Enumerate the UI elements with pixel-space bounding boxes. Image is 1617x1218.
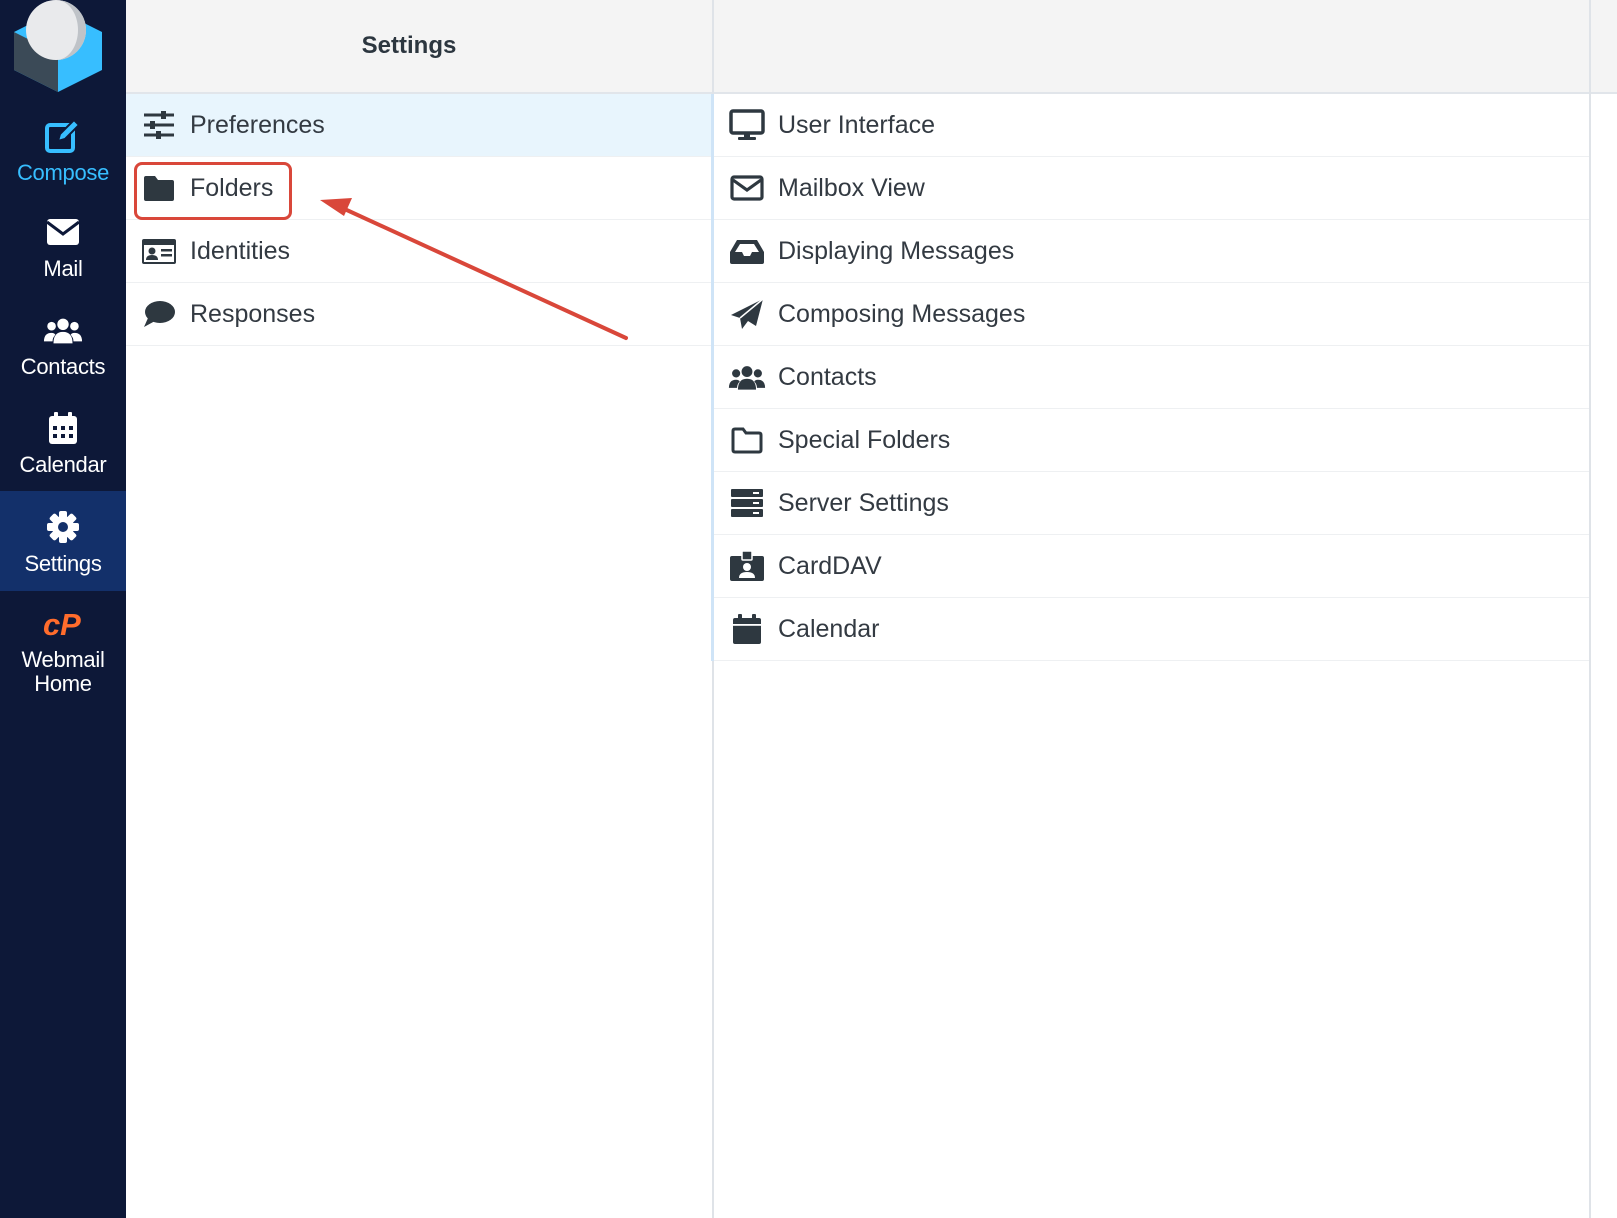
pref-mailbox-view[interactable]: Mailbox View [714, 157, 1589, 220]
pref-label: Server Settings [778, 488, 949, 517]
envelope-icon [43, 212, 83, 252]
users-icon [43, 310, 83, 350]
svg-text:cP: cP [43, 607, 81, 641]
pref-label: Special Folders [778, 425, 951, 454]
folder-outline-icon [728, 423, 766, 457]
pref-server-settings[interactable]: Server Settings [714, 472, 1589, 535]
inbox-icon [728, 234, 766, 268]
nav-contacts[interactable]: Contacts [0, 294, 126, 394]
annotation-arrow [320, 198, 628, 340]
users-icon [728, 360, 766, 394]
preferences-panel: User Interface Mailbox View Displaying M… [711, 0, 1591, 1218]
calendar-icon [43, 408, 83, 448]
pref-displaying-messages[interactable]: Displaying Messages [714, 220, 1589, 283]
pref-carddav[interactable]: CardDAV [714, 535, 1589, 598]
nav-settings[interactable]: Settings [0, 491, 126, 591]
nav-contacts-label: Contacts [20, 353, 106, 379]
right-edge-panel [1591, 0, 1617, 1218]
sliders-icon [140, 108, 178, 142]
monitor-icon [728, 108, 766, 142]
settings-header: Settings [126, 0, 712, 94]
settings-title: Settings [361, 32, 457, 59]
main-navigation: Compose Mail Contacts Calendar Settings … [0, 0, 126, 1218]
server-icon [728, 486, 766, 520]
paper-plane-icon [728, 297, 766, 331]
pref-composing-messages[interactable]: Composing Messages [714, 283, 1589, 346]
pref-label: Mailbox View [778, 173, 925, 202]
gear-icon [43, 507, 83, 547]
nav-calendar-label: Calendar [19, 451, 107, 477]
nav-mail-label: Mail [43, 255, 83, 281]
section-label: Responses [190, 299, 316, 328]
nav-mail[interactable]: Mail [0, 196, 126, 296]
pref-label: Contacts [778, 362, 877, 391]
pref-label: Displaying Messages [778, 236, 1015, 265]
section-label: Preferences [190, 110, 325, 139]
compose-icon [43, 116, 83, 156]
section-preferences[interactable]: Preferences [126, 94, 712, 157]
nav-compose[interactable]: Compose [0, 100, 126, 200]
id-card-icon [140, 234, 178, 268]
nav-calendar[interactable]: Calendar [0, 392, 126, 492]
pref-contacts[interactable]: Contacts [714, 346, 1589, 409]
cpanel-icon: cP [43, 604, 83, 644]
preferences-list: User Interface Mailbox View Displaying M… [711, 94, 1589, 661]
pref-user-interface[interactable]: User Interface [714, 94, 1589, 157]
pref-label: User Interface [778, 110, 936, 139]
pref-calendar[interactable]: Calendar [714, 598, 1589, 661]
roundcube-logo [14, 0, 102, 92]
nav-settings-label: Settings [24, 550, 102, 576]
nav-compose-label: Compose [16, 159, 110, 185]
pref-label: Calendar [778, 614, 880, 643]
contact-badge-icon [728, 549, 766, 583]
pref-special-folders[interactable]: Special Folders [714, 409, 1589, 472]
nav-webmail-home[interactable]: cP Webmail Home [0, 596, 126, 704]
pref-label: CardDAV [778, 551, 882, 580]
right-edge-header [1591, 0, 1617, 94]
preferences-header [714, 0, 1589, 94]
speech-bubble-icon [140, 297, 178, 331]
envelope-outline-icon [728, 171, 766, 205]
nav-webmail-home-label: Webmail Home [21, 647, 105, 696]
pref-label: Composing Messages [778, 299, 1026, 328]
folders-highlight-box [134, 162, 292, 220]
section-label: Identities [190, 236, 291, 265]
calendar-icon [728, 612, 766, 646]
